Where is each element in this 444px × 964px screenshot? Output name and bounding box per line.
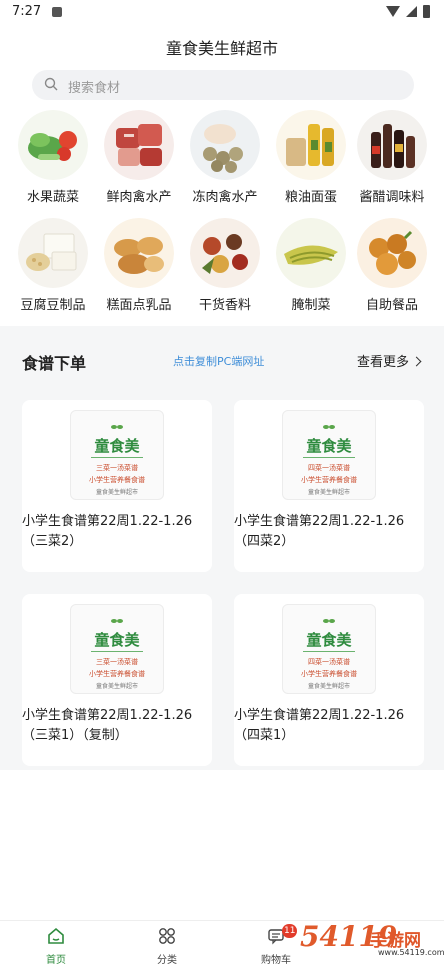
fresh-meat-image (104, 110, 174, 180)
category-bread[interactable]: 糕面点乳品 (96, 218, 182, 313)
recipe-title: 小学生食谱第22周1.22-1.26（三菜1）（复制） (22, 708, 193, 743)
search-placeholder: 搜索食材 (68, 81, 121, 96)
thumbnail-divider (303, 457, 355, 458)
recipes-section-header: 食谱下单 点击复制PC端网址 查看更多 (0, 338, 444, 384)
leaf-icon (111, 619, 123, 623)
category-label: 自助餐品 (365, 298, 418, 313)
category-label: 酱醋调味料 (359, 190, 425, 205)
copy-pc-url-link[interactable]: 点击复制PC端网址 (173, 353, 264, 369)
category-grain-oil[interactable]: 粮油面蛋 (268, 110, 354, 205)
recipe-card[interactable]: 童食美 三菜一汤菜谱 小学生营养餐食谱 童食美生鲜超市 小学生食谱第22周1.2… (22, 594, 212, 766)
status-icons (386, 5, 430, 18)
thumbnail-line-2: 小学生营养餐食谱 (89, 670, 145, 678)
thumbnail-line-3: 童食美生鲜超市 (95, 683, 138, 690)
thumbnail-line-1: 四菜一汤菜谱 (308, 658, 350, 666)
view-more-label: 查看更多 (356, 355, 409, 370)
category-label: 糕面点乳品 (106, 298, 172, 313)
category-label: 豆腐豆制品 (20, 298, 86, 313)
search-input[interactable]: 搜索食材 (32, 70, 414, 100)
category-icon (159, 928, 175, 944)
app-header: 童食美生鲜超市 (0, 24, 444, 66)
recipe-thumbnail: 童食美 三菜一汤菜谱 小学生营养餐食谱 童食美生鲜超市 (70, 604, 164, 694)
thumbnail-logo: 童食美 (306, 631, 352, 649)
bread-image (104, 218, 174, 288)
thumbnail-line-2: 小学生营养餐食谱 (89, 476, 145, 484)
recipe-title: 小学生食谱第22周1.22-1.26（四菜1） (234, 708, 405, 743)
tab-cart-label: 购物车 (261, 955, 291, 964)
thumbnail-divider (303, 651, 355, 652)
category-label: 腌制菜 (291, 298, 331, 313)
thumbnail-logo: 童食美 (306, 437, 352, 455)
leaf-icon (323, 619, 335, 623)
thumbnail-line-3: 童食美生鲜超市 (307, 683, 350, 690)
thumbnail-line-3: 童食美生鲜超市 (307, 489, 350, 496)
thumbnail-logo: 童食美 (94, 437, 140, 455)
category-frozen-meat[interactable]: 冻肉禽水产 (182, 110, 268, 205)
pickle-image (276, 218, 346, 288)
thumbnail-line-1: 四菜一汤菜谱 (308, 464, 350, 472)
search-icon (44, 77, 58, 91)
recipe-thumbnail: 童食美 四菜一汤菜谱 小学生营养餐食谱 童食美生鲜超市 (282, 604, 376, 694)
wifi-icon (386, 6, 400, 17)
section-title: 食谱下单 (22, 354, 87, 373)
recipe-card[interactable]: 童食美 四菜一汤菜谱 小学生营养餐食谱 童食美生鲜超市 小学生食谱第22周1.2… (234, 594, 424, 766)
spice-image (190, 218, 260, 288)
view-more-link[interactable]: 查看更多 (356, 351, 422, 370)
category-label: 粮油面蛋 (284, 190, 337, 205)
leaf-icon (111, 425, 123, 429)
content-bottom-area (0, 770, 444, 920)
thumbnail-line-2: 小学生营养餐食谱 (301, 670, 357, 678)
status-bar: 7:27 (0, 0, 444, 24)
site-watermark: 54119 手游网 www.54119.com (300, 912, 444, 964)
category-pickle[interactable]: 腌制菜 (268, 218, 354, 313)
category-label: 鲜肉禽水产 (106, 190, 172, 205)
category-fresh-meat[interactable]: 鲜肉禽水产 (96, 110, 182, 205)
recipe-card[interactable]: 童食美 三菜一汤菜谱 小学生营养餐食谱 童食美生鲜超市 小学生食谱第22周1.2… (22, 400, 212, 572)
category-label: 水果蔬菜 (26, 190, 79, 205)
leaf-icon (323, 425, 335, 429)
signal-icon (406, 6, 417, 17)
home-icon (48, 927, 64, 944)
tofu-image (18, 218, 88, 288)
category-buffet[interactable]: 自助餐品 (349, 218, 435, 313)
category-label: 冻肉禽水产 (192, 190, 258, 205)
tab-category[interactable]: 分类 (137, 927, 197, 964)
category-sauce[interactable]: 酱醋调味料 (349, 110, 435, 205)
chevron-right-icon (411, 356, 422, 367)
status-time: 7:27 (12, 4, 42, 19)
page-title: 童食美生鲜超市 (165, 39, 278, 58)
sauce-image (357, 110, 427, 180)
recipe-card[interactable]: 童食美 四菜一汤菜谱 小学生营养餐食谱 童食美生鲜超市 小学生食谱第22周1.2… (234, 400, 424, 572)
category-spice[interactable]: 干货香料 (182, 218, 268, 313)
thumbnail-line-1: 三菜一汤菜谱 (96, 658, 138, 666)
category-tofu[interactable]: 豆腐豆制品 (10, 218, 96, 313)
thumbnail-logo: 童食美 (94, 631, 140, 649)
recipe-title: 小学生食谱第22周1.22-1.26（三菜2） (22, 514, 193, 549)
tab-category-label: 分类 (157, 955, 177, 964)
thumbnail-divider (91, 457, 143, 458)
thumbnail-divider (91, 651, 143, 652)
tab-cart[interactable]: 购物车 (246, 927, 306, 964)
fruit-vegetable-image (18, 110, 88, 180)
thumbnail-line-2: 小学生营养餐食谱 (301, 476, 357, 484)
tab-home[interactable]: 首页 (26, 927, 86, 964)
thumbnail-line-3: 童食美生鲜超市 (95, 489, 138, 496)
buffet-image (357, 218, 427, 288)
category-label: 干货香料 (198, 298, 251, 313)
tab-home-label: 首页 (46, 955, 66, 964)
grain-oil-image (276, 110, 346, 180)
recipe-thumbnail: 童食美 三菜一汤菜谱 小学生营养餐食谱 童食美生鲜超市 (70, 410, 164, 500)
recipe-thumbnail: 童食美 四菜一汤菜谱 小学生营养餐食谱 童食美生鲜超市 (282, 410, 376, 500)
category-fruit-vegetable[interactable]: 水果蔬菜 (10, 110, 96, 205)
recipe-title: 小学生食谱第22周1.22-1.26（四菜2） (234, 514, 405, 549)
watermark-url: www.54119.com (378, 948, 444, 957)
notification-icon (52, 7, 62, 17)
battery-icon (423, 5, 430, 18)
frozen-meat-image (190, 110, 260, 180)
thumbnail-line-1: 三菜一汤菜谱 (96, 464, 138, 472)
